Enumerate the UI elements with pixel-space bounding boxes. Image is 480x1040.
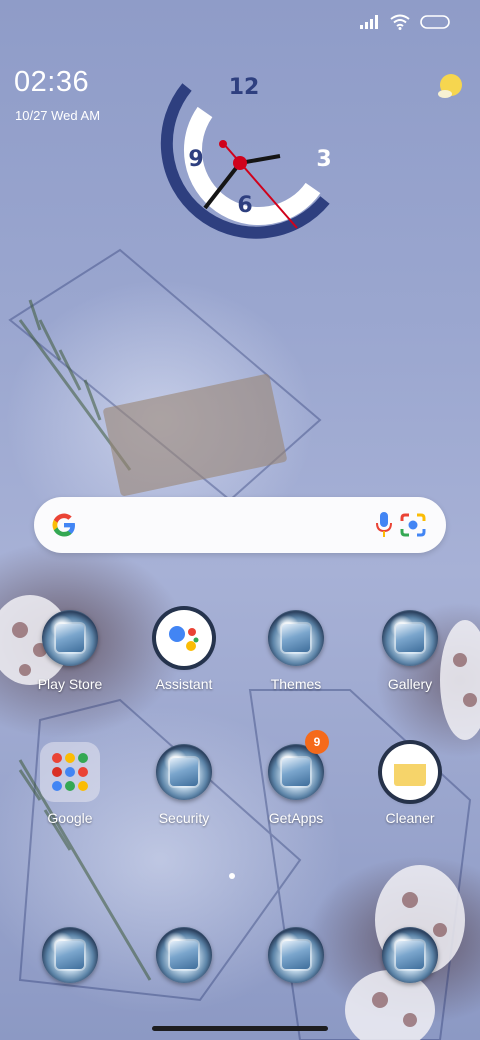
lens-icon[interactable] (400, 513, 426, 537)
app-themes[interactable]: Themes (240, 610, 352, 692)
signal-icon (360, 15, 378, 29)
app-assistant[interactable]: Assistant (128, 610, 240, 692)
play-store-icon (42, 610, 98, 666)
app-label: Google (47, 810, 93, 826)
clock-numeral-3: 3 (316, 147, 331, 172)
app-label: Cleaner (385, 810, 435, 826)
clock-numeral-12: 12 (229, 75, 260, 100)
status-bar (360, 14, 450, 30)
app-play-store[interactable]: Play Store (14, 610, 126, 692)
app-label: Play Store (37, 676, 103, 692)
dock-app-messages[interactable] (128, 927, 240, 983)
app-security[interactable]: Security (128, 744, 240, 826)
assistant-icon (156, 610, 212, 666)
wifi-icon (390, 14, 410, 30)
dock-app-phone[interactable] (14, 927, 126, 983)
app-label: Gallery (387, 676, 433, 692)
notification-badge: 9 (305, 730, 329, 754)
google-search-bar[interactable] (34, 497, 446, 553)
app-label: GetApps (268, 810, 324, 826)
messages-icon (156, 927, 212, 983)
google-g-icon (52, 513, 75, 537)
battery-icon (420, 15, 450, 29)
dock-app-camera[interactable] (354, 927, 466, 983)
app-getapps[interactable]: 9 GetApps (240, 730, 352, 826)
themes-icon (268, 610, 324, 666)
browser-icon (268, 927, 324, 983)
clock-date[interactable]: 10/27 Wed AM (15, 108, 100, 123)
phone-icon (42, 927, 98, 983)
page-indicator-dot[interactable] (229, 873, 235, 879)
clock-numeral-6: 6 (237, 193, 252, 218)
camera-icon (382, 927, 438, 983)
app-label: Themes (270, 676, 322, 692)
gallery-icon (382, 610, 438, 666)
clock-time[interactable]: 02:36 (14, 66, 89, 99)
analog-clock-widget[interactable]: 12 3 6 9 (145, 70, 340, 250)
mic-icon[interactable] (376, 511, 392, 539)
home-indicator[interactable] (152, 1026, 328, 1031)
app-label: Security (158, 810, 210, 826)
google-folder-icon (40, 742, 100, 802)
app-cleaner[interactable]: Cleaner (354, 744, 466, 826)
dock-app-browser[interactable] (240, 927, 352, 983)
cleaner-icon (382, 744, 438, 800)
security-icon (156, 744, 212, 800)
app-label: Assistant (155, 676, 213, 692)
sun-icon[interactable] (436, 72, 466, 102)
app-gallery[interactable]: Gallery (354, 610, 466, 692)
app-google-folder[interactable]: Google (14, 742, 126, 826)
clock-numeral-9: 9 (188, 147, 203, 172)
